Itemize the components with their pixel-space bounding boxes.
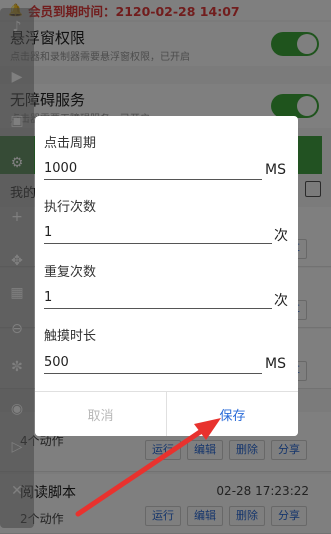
touch-duration-input[interactable] xyxy=(44,352,262,374)
touch-duration-label: 触摸时长 xyxy=(44,329,97,344)
click-settings-dialog: 点击周期 MS 执行次数 次 重复次数 次 触摸时长 MS 取消 保存 xyxy=(35,116,298,436)
exec-count-input[interactable] xyxy=(44,222,272,244)
dialog-footer: 取消 保存 xyxy=(35,391,298,436)
click-period-input[interactable] xyxy=(44,158,262,180)
click-period-unit: MS xyxy=(265,162,286,178)
repeat-count-input[interactable] xyxy=(44,287,272,309)
save-button[interactable]: 保存 xyxy=(167,392,298,436)
repeat-count-unit: 次 xyxy=(274,293,288,309)
click-period-label: 点击周期 xyxy=(44,136,97,151)
touch-duration-unit: MS xyxy=(265,356,286,372)
exec-count-label: 执行次数 xyxy=(44,200,97,215)
repeat-count-label: 重复次数 xyxy=(44,265,97,280)
exec-count-unit: 次 xyxy=(274,228,288,244)
cancel-button[interactable]: 取消 xyxy=(35,392,167,436)
